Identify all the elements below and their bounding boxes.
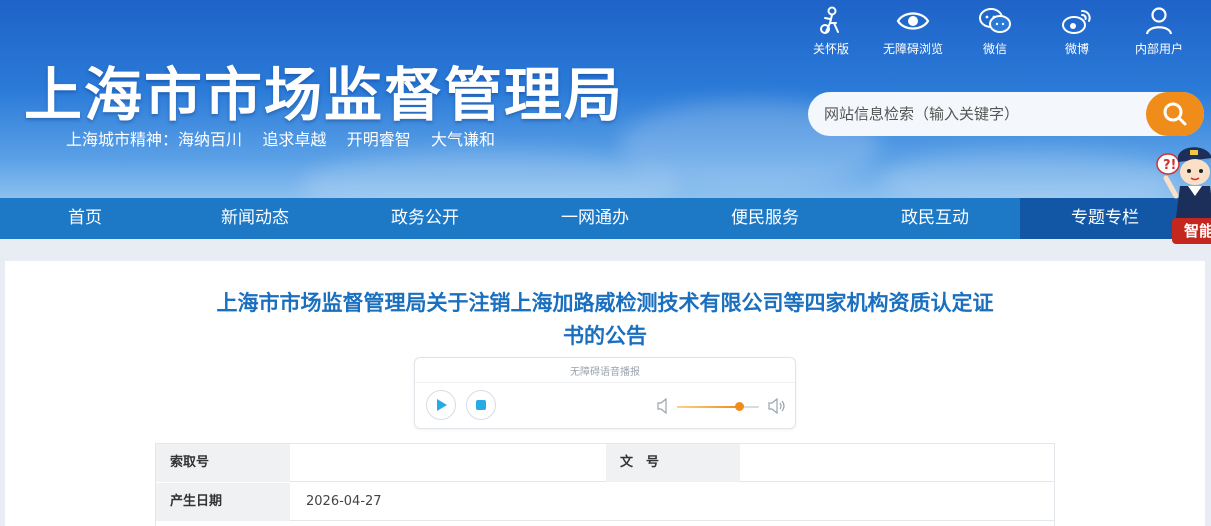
article-title-line: 书的公告 <box>563 324 647 348</box>
document-number-label: 文 号 <box>606 444 740 482</box>
volume-high-icon <box>768 398 785 414</box>
header-cloud <box>880 150 1180 198</box>
article-title: 上海市市场监督管理局关于注销上海加路威检测技术有限公司等四家机构资质认定证 书的… <box>155 287 1055 353</box>
internal-user-button[interactable]: 内部用户 <box>1127 6 1191 57</box>
play-icon <box>437 399 447 411</box>
date-label: 产生日期 <box>156 483 290 521</box>
search-icon <box>1163 102 1187 126</box>
search-bar <box>808 92 1204 136</box>
svg-text:?!: ?! <box>1163 158 1176 173</box>
top-tools: 关怀版 无障碍浏览 微信 微博 内部用户 <box>799 6 1191 57</box>
user-icon <box>1145 7 1173 35</box>
nav-item-home[interactable]: 首页 <box>0 198 170 239</box>
document-meta-table: 索取号 文 号 产生日期 2026-04-27 <box>155 443 1055 526</box>
nav-item-one-stop-service[interactable]: 一网通办 <box>510 198 680 239</box>
tool-label: 关怀版 <box>812 42 849 56</box>
play-button[interactable] <box>426 390 456 420</box>
tool-label: 无障碍浏览 <box>882 42 943 56</box>
main-nav: 首页 新闻动态 政务公开 一网通办 便民服务 政民互动 专题专栏 <box>0 198 1211 239</box>
search-button[interactable] <box>1146 92 1204 136</box>
document-number-value <box>756 444 1046 482</box>
volume-fill <box>677 406 739 408</box>
nav-item-public-service[interactable]: 便民服务 <box>680 198 850 239</box>
city-slogan: 上海城市精神：海纳百川 追求卓越 开明睿智 大气谦和 <box>66 130 496 149</box>
volume-slider[interactable] <box>677 402 759 411</box>
tool-label: 微博 <box>1064 42 1089 56</box>
care-icon <box>820 6 839 34</box>
care-mode-button[interactable]: 关怀版 <box>799 6 863 57</box>
volume-knob[interactable] <box>734 402 744 411</box>
audio-player: 无障碍语音播报 <box>414 357 796 429</box>
weibo-button[interactable]: 微博 <box>1045 6 1109 57</box>
volume-low-icon <box>657 398 667 414</box>
nav-item-government-affairs[interactable]: 政务公开 <box>340 198 510 239</box>
assistant-label[interactable]: 智能 <box>1172 218 1211 244</box>
player-divider <box>415 382 795 383</box>
meta-row: 索取号 文 号 <box>156 444 1054 482</box>
nav-item-news[interactable]: 新闻动态 <box>170 198 340 239</box>
nav-item-interaction[interactable]: 政民互动 <box>850 198 1020 239</box>
site-title[interactable]: 上海市市场监督管理局 <box>24 48 624 132</box>
stop-button[interactable] <box>466 390 496 420</box>
header-cloud <box>300 150 680 198</box>
accessibility-button[interactable]: 无障碍浏览 <box>881 6 945 57</box>
wechat-icon <box>979 8 1011 33</box>
stop-icon <box>476 400 486 410</box>
weibo-icon <box>1062 10 1091 34</box>
meta-row: 产生日期 2026-04-27 <box>156 483 1054 521</box>
site-header: 上海市市场监督管理局 上海城市精神：海纳百川 追求卓越 开明睿智 大气谦和 关怀… <box>0 0 1211 198</box>
wechat-button[interactable]: 微信 <box>963 6 1027 57</box>
index-number-value <box>306 444 606 482</box>
article-panel: 上海市市场监督管理局关于注销上海加路威检测技术有限公司等四家机构资质认定证 书的… <box>5 261 1205 526</box>
tool-label: 微信 <box>982 42 1007 56</box>
search-input[interactable] <box>824 105 1144 123</box>
article-title-line: 上海市市场监督管理局关于注销上海加路威检测技术有限公司等四家机构资质认定证 <box>216 291 994 315</box>
index-number-label: 索取号 <box>156 444 290 482</box>
date-value: 2026-04-27 <box>306 494 382 509</box>
player-label: 无障碍语音播报 <box>570 367 640 378</box>
tool-label: 内部用户 <box>1134 42 1183 56</box>
eye-icon <box>896 12 930 30</box>
